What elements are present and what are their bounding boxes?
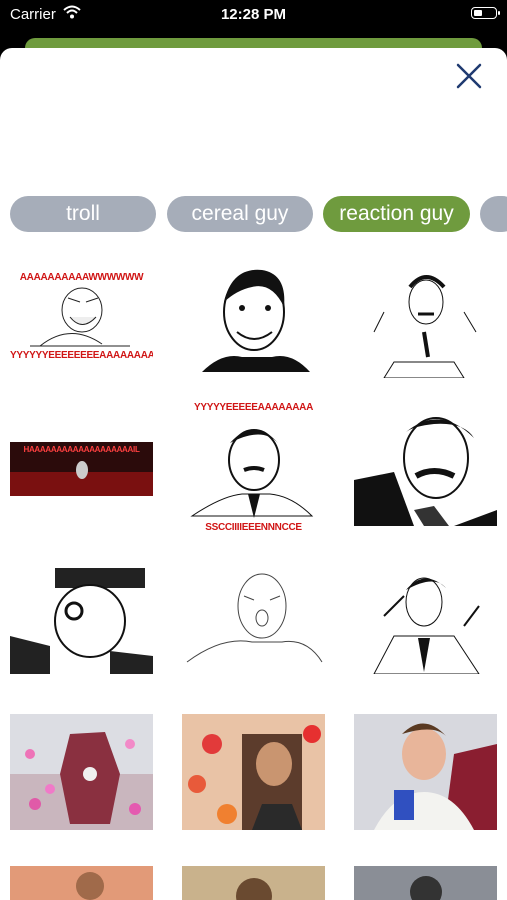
meme-slurpee-guy[interactable] xyxy=(354,714,497,830)
meme-photo-partial-1[interactable] xyxy=(10,866,153,900)
meme-caption-top: YYYYYEEEEEAAAAAAAA xyxy=(193,402,314,413)
meme-partial-photo xyxy=(354,866,497,900)
meme-amazed-guy[interactable] xyxy=(182,566,325,664)
meme-mustache-face xyxy=(354,417,497,526)
meme-hearts-reaction[interactable] xyxy=(182,714,325,830)
meme-mustache-guy[interactable] xyxy=(354,410,497,526)
meme-hands-up-guy[interactable] xyxy=(354,262,497,378)
meme-partial-photo xyxy=(10,866,153,900)
meme-laughing-rage[interactable]: AAAAAAAAAAWWWWWW YYYYYYEEEEEEEEAAAAAAAAA… xyxy=(10,262,153,378)
meme-scratching-head-guy[interactable] xyxy=(354,566,497,674)
meme-amazed-face xyxy=(186,573,323,663)
meme-partial-photo xyxy=(182,866,325,900)
meme-photo-partial-3[interactable] xyxy=(354,866,497,900)
meme-smiling-guy[interactable] xyxy=(182,262,325,378)
meme-hands-up-face xyxy=(373,275,477,378)
meme-caption-top: AAAAAAAAAAWWWWWW xyxy=(19,272,144,283)
meme-caption-bottom: YYYYYYEEEEEEEEAAAAAAAAAA xyxy=(10,350,153,361)
meme-ironman-photo xyxy=(10,714,153,830)
meme-slurpee-photo xyxy=(354,714,497,830)
meme-captain-face xyxy=(10,568,153,674)
meme-captain-guy[interactable] xyxy=(10,566,153,674)
meme-hearts-photo xyxy=(182,714,325,830)
meme-grid: AAAAAAAAAAWWWWWW YYYYYYEEEEEEEEAAAAAAAAA… xyxy=(0,0,507,900)
meme-ironman-hearts[interactable] xyxy=(10,714,153,830)
meme-science-guy[interactable]: YYYYYEEEEEAAAAAAAA SSCCIIIIEEENNNCCE xyxy=(182,398,325,538)
meme-caption-banner: HAAAAAAAAAAAAAAAAAAAIL xyxy=(23,445,140,454)
meme-science-face xyxy=(190,429,314,518)
meme-caption-bottom: SSCCIIIIEEENNNCCE xyxy=(205,522,302,533)
meme-smiling-face xyxy=(202,269,310,372)
meme-hail-banner[interactable]: HAAAAAAAAAAAAAAAAAAAIL xyxy=(10,442,153,496)
meme-scratching-face xyxy=(373,577,480,674)
meme-photo-partial-2[interactable] xyxy=(182,866,325,900)
